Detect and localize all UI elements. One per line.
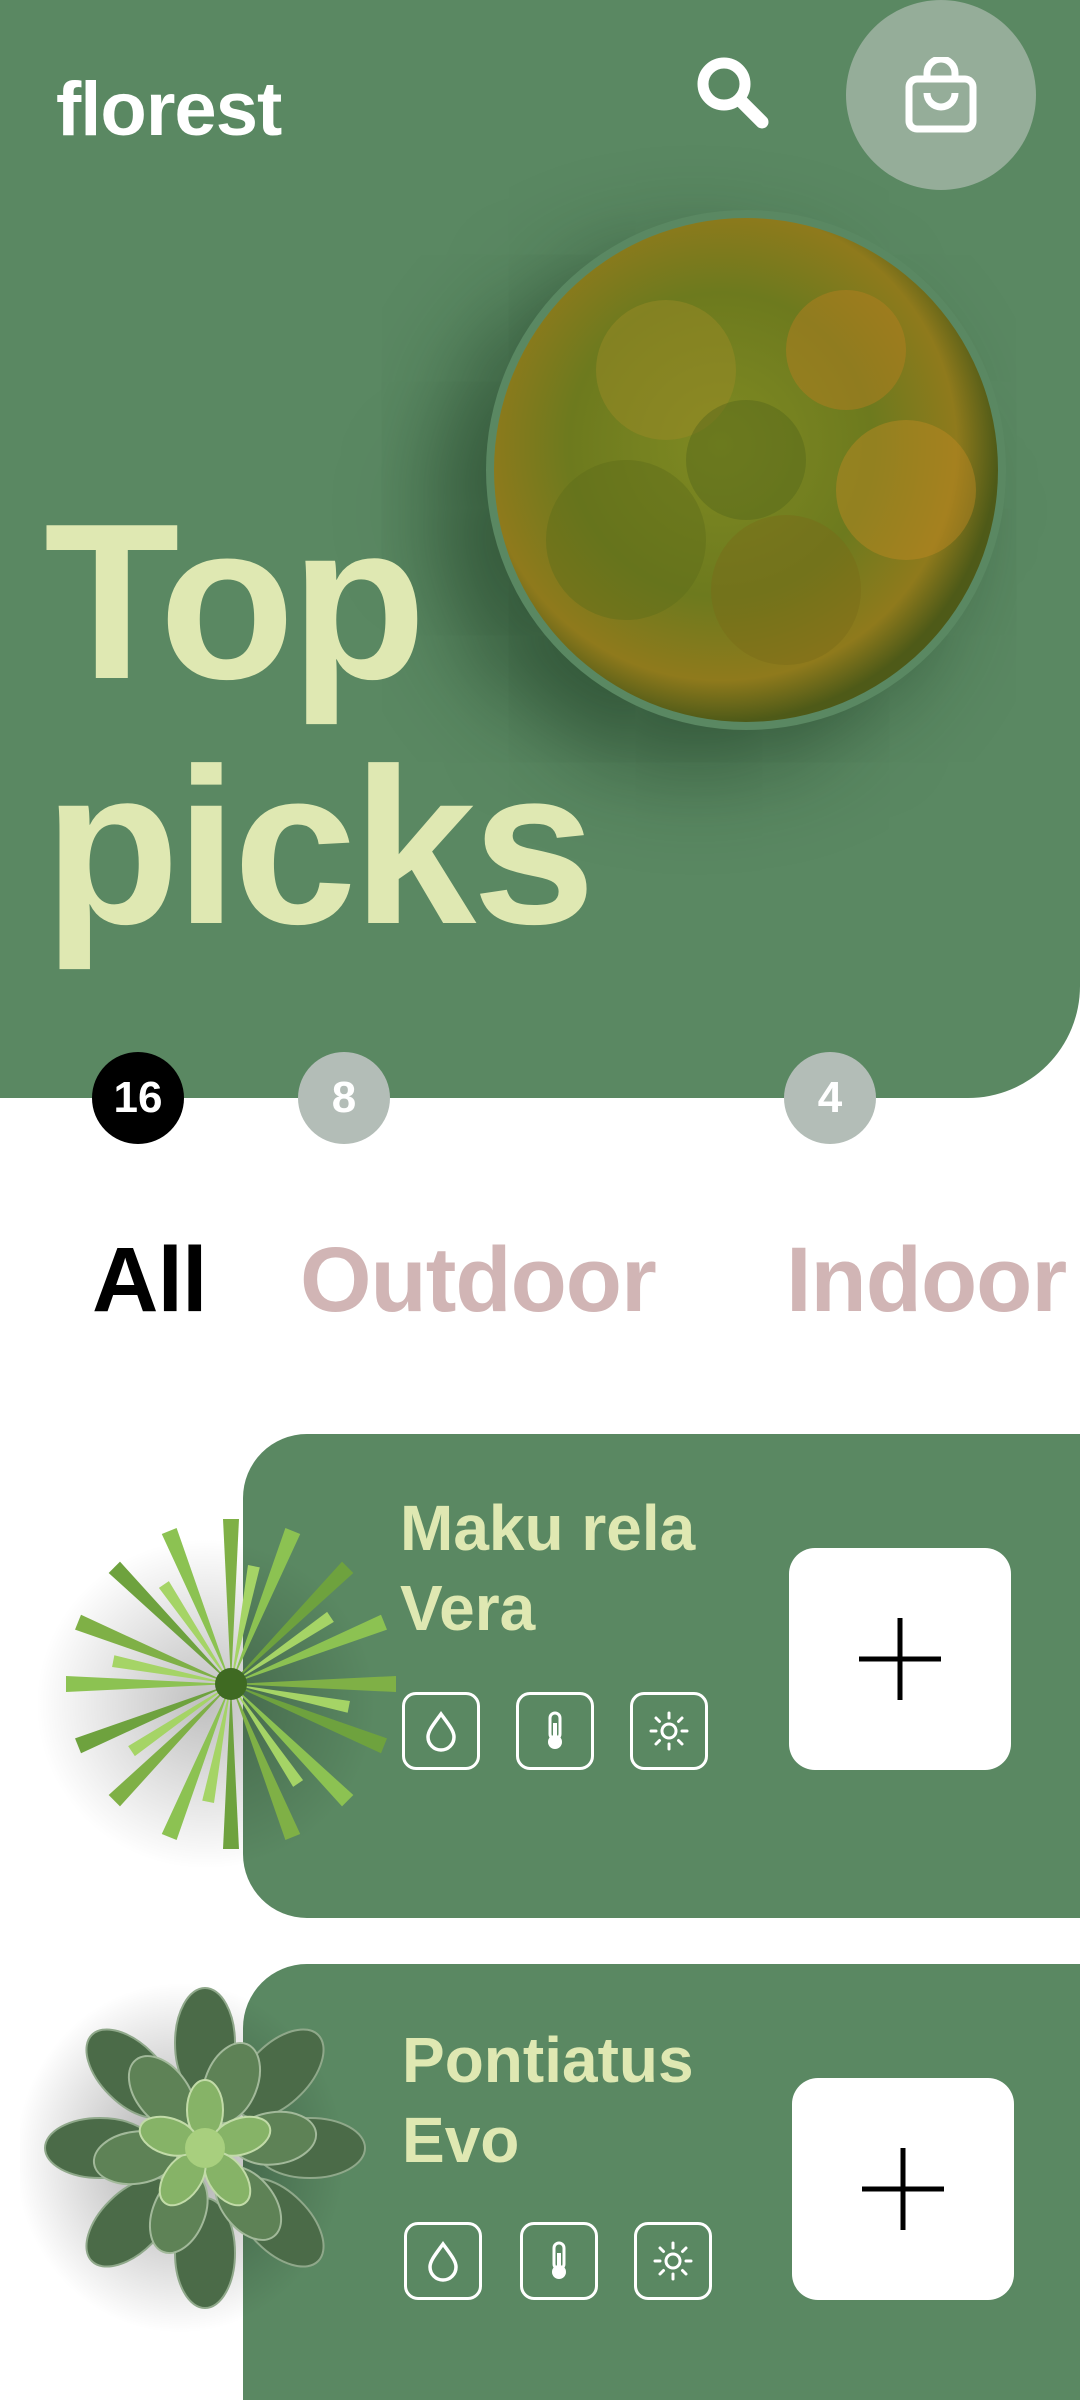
badge-indoor-count: 4 (784, 1052, 876, 1144)
hero-headline: Top picks (44, 478, 596, 971)
plus-icon (862, 2148, 944, 2230)
thermometer-icon (516, 1692, 594, 1770)
tab-all[interactable]: All (92, 1228, 208, 1332)
tab-outdoor[interactable]: Outdoor (300, 1228, 657, 1332)
product-name-line-1: Maku rela (400, 1492, 696, 1564)
badge-outdoor-count: 8 (298, 1052, 390, 1144)
product-name-line-2: Evo (402, 2104, 520, 2176)
product-image-maku-rela-vera (36, 1504, 406, 1879)
water-drop-icon (402, 1692, 480, 1770)
thermometer-icon (520, 2222, 598, 2300)
search-button[interactable] (690, 50, 776, 136)
product-title: Pontiatus Evo (402, 2020, 742, 2180)
cart-button[interactable] (846, 0, 1036, 190)
sun-icon (634, 2222, 712, 2300)
product-title: Maku rela Vera (400, 1488, 740, 1648)
search-icon (697, 57, 769, 129)
plus-icon (859, 1618, 941, 1700)
headline-line-2: picks (44, 723, 596, 971)
add-to-cart-button[interactable] (789, 1548, 1011, 1770)
water-drop-icon (404, 2222, 482, 2300)
badge-all-count: 16 (92, 1052, 184, 1144)
brand-logo[interactable]: florest (56, 66, 282, 153)
headline-line-1: Top (44, 478, 426, 726)
product-image-pontiatus-evo (15, 1958, 380, 2343)
add-to-cart-button[interactable] (792, 2078, 1014, 2300)
sun-icon (630, 1692, 708, 1770)
product-name-line-2: Vera (400, 1572, 536, 1644)
product-name-line-1: Pontiatus (402, 2024, 694, 2096)
shopping-bag-icon (905, 57, 977, 133)
tab-indoor[interactable]: Indoor (786, 1228, 1067, 1332)
